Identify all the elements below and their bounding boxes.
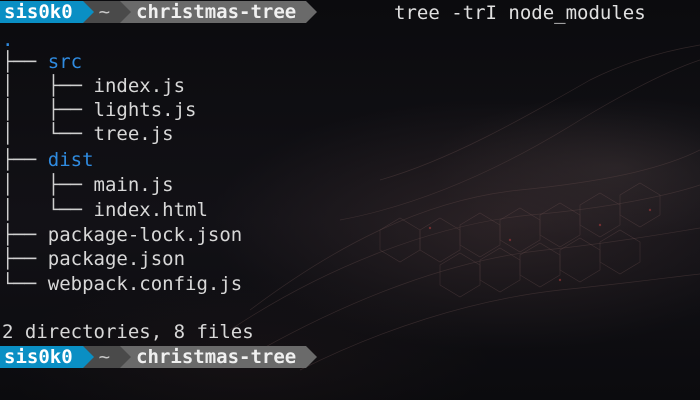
tree-branch: │ ├── [2,174,94,196]
tree-entry: │ ├── lights.js [2,98,196,122]
prompt-user-segment: sis0k0 [0,346,83,368]
tree-file-name: package.json [47,248,186,270]
tree-entry: ├── package-lock.json [2,223,242,247]
tree-file-name: main.js [93,174,174,196]
prompt-end-arrow [306,1,318,23]
prompt-end-arrow [306,346,318,368]
prompt-directory-segment: christmas-tree [120,346,307,368]
tree-dir-name: dist [47,149,94,171]
prompt-line-2[interactable]: sis0k0 ~ christmas-tree [0,346,318,368]
tree-entry: ├── package.json [2,247,185,271]
prompt-directory-segment: christmas-tree [120,1,307,23]
tree-file-name: lights.js [93,99,197,121]
tree-branch: └── [2,273,48,295]
tree-branch: │ ├── [2,99,94,121]
tree-branch: │ └── [2,123,94,145]
tree-branch: ├── [2,149,48,171]
tree-branch: │ └── [2,199,94,221]
tree-file-name: tree.js [93,123,174,145]
tree-file-name: index.html [93,199,208,221]
prompt-user-segment: sis0k0 [0,1,83,23]
tree-file-name: index.js [93,75,186,97]
tree-file-name: package-lock.json [47,224,243,246]
prompt-line-1: sis0k0 ~ christmas-tree [0,1,318,23]
tree-entry: └── webpack.config.js [2,272,242,296]
tree-entry: │ ├── main.js [2,173,174,197]
tree-summary: 2 directories, 8 files [2,321,254,343]
tree-entry: ├── dist [2,148,94,172]
tree-dir-name: src [47,51,83,73]
terminal-window[interactable]: sis0k0 ~ christmas-tree tree -trI node_m… [0,0,700,400]
command-text: tree -trI node_modules [394,2,646,24]
tree-root: . [2,29,14,51]
tree-branch: ├── [2,51,48,73]
tree-entry: ├── src [2,50,82,74]
tree-entry: │ ├── index.js [2,74,185,98]
tree-branch: ├── [2,248,48,270]
tree-entry: │ └── tree.js [2,122,174,146]
tree-branch: │ ├── [2,75,94,97]
tree-branch: ├── [2,224,48,246]
tree-file-name: webpack.config.js [47,273,243,295]
tree-entry: │ └── index.html [2,198,208,222]
